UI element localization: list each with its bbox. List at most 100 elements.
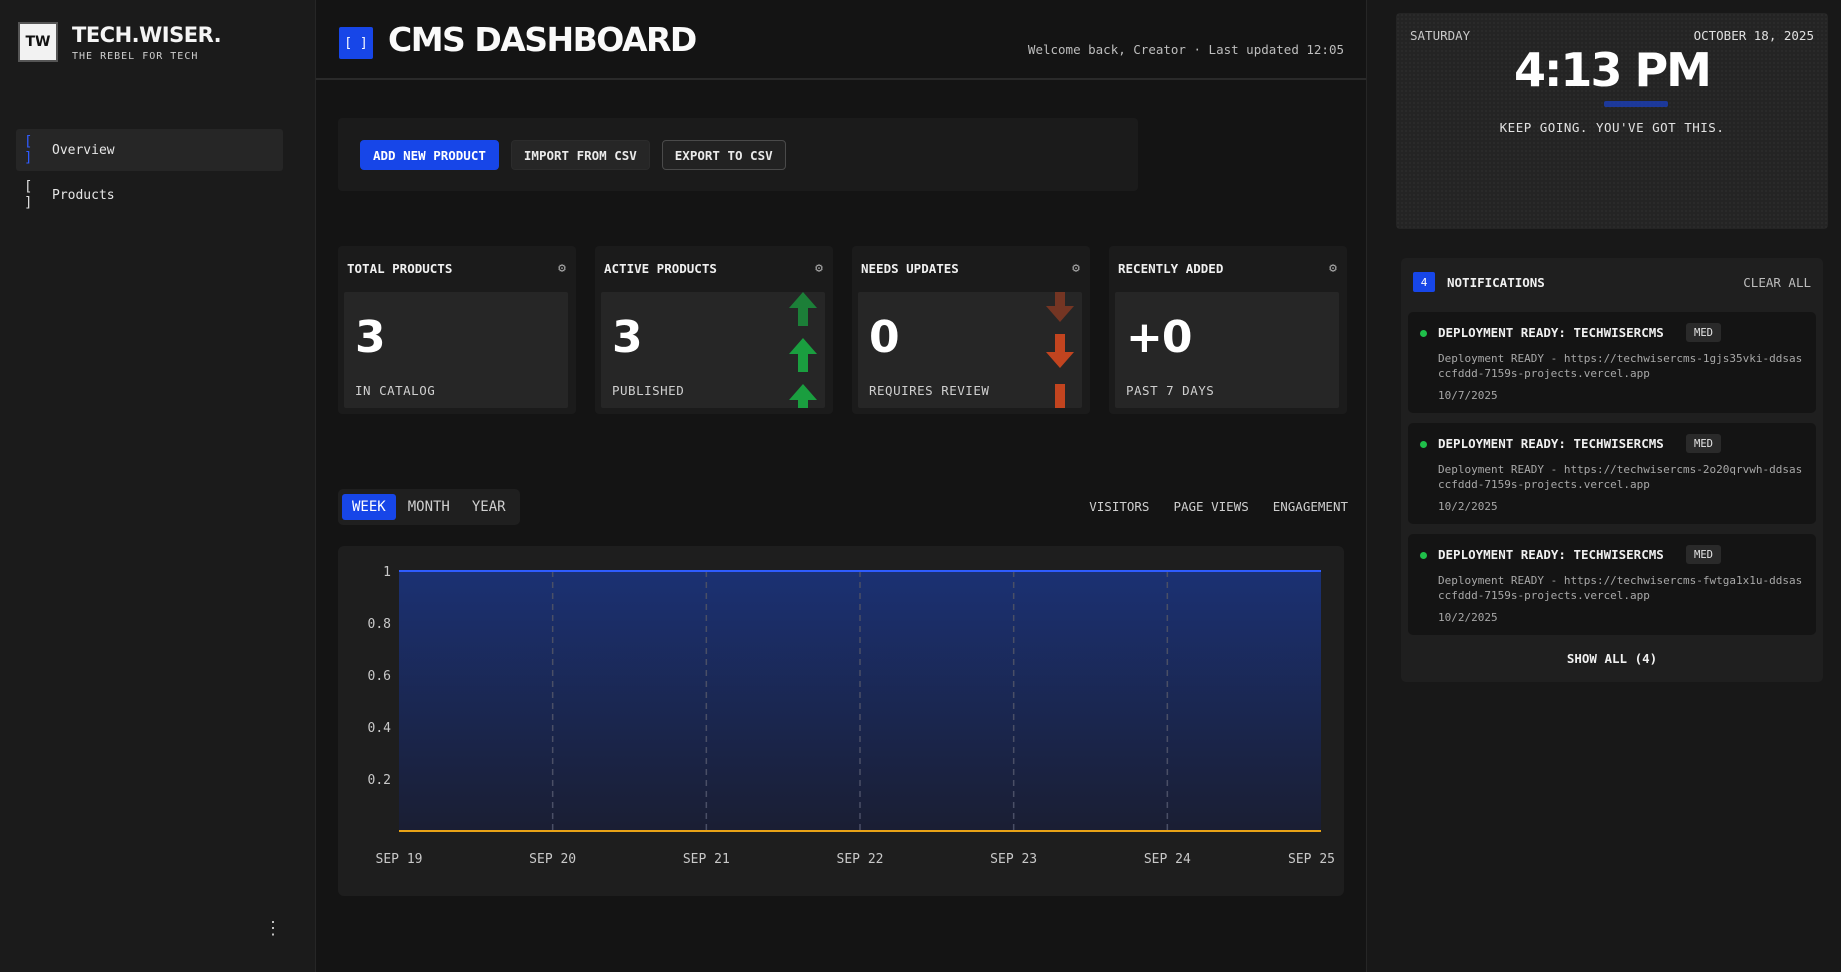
legend-engagement[interactable]: ENGAGEMENT: [1273, 499, 1348, 514]
notification-count-badge: 4: [1413, 272, 1435, 292]
logo: TW: [18, 22, 58, 62]
clear-all-button[interactable]: CLEAR ALL: [1743, 275, 1811, 290]
chart-x-tick-label: SEP 19: [376, 852, 423, 867]
card-value: 3: [612, 312, 643, 363]
chart-y-tick-label: 0.6: [368, 669, 391, 684]
clock-time: 4:13 PM: [1514, 43, 1712, 97]
card-value: 3: [355, 312, 386, 363]
priority-badge: MED: [1686, 545, 1721, 564]
card-subtitle: IN CATALOG: [355, 383, 436, 398]
notification-description: Deployment READY - https://techwisercms-…: [1438, 463, 1803, 491]
sidebar-item-overview[interactable]: [ ] Overview: [16, 129, 283, 171]
notification-date: 10/7/2025: [1438, 389, 1498, 402]
notification-item[interactable]: DEPLOYMENT READY: TECHWISERCMS MED Deplo…: [1408, 534, 1816, 635]
sidebar-item-label: Products: [52, 187, 115, 203]
notification-date: 10/2/2025: [1438, 500, 1498, 513]
card-subtitle: PAST 7 DAYS: [1126, 383, 1215, 398]
main-content: [ ] CMS DASHBOARD Welcome back, Creator …: [316, 0, 1366, 972]
chart-x-tick-label: SEP 23: [990, 852, 1037, 867]
stat-card-recently-added: RECENTLY ADDED ⚙ +0 PAST 7 DAYS: [1109, 246, 1347, 414]
chart-x-tick-label: SEP 22: [837, 852, 884, 867]
sidebar-item-products[interactable]: [ ] Products: [16, 174, 283, 216]
range-week-button[interactable]: WEEK: [342, 494, 396, 520]
show-all-button[interactable]: SHOW ALL (4): [1401, 651, 1823, 666]
notifications-title: NOTIFICATIONS: [1447, 274, 1545, 290]
status-dot: [1420, 552, 1427, 559]
priority-badge: MED: [1686, 323, 1721, 342]
bracket-icon: [ ]: [24, 134, 33, 166]
analytics-chart: 1 0.8 0.6 0.4 0.2 SEP 19 SEP 20 SEP 21 SEP 22 SEP…: [368, 565, 1335, 867]
card-value: +0: [1126, 312, 1192, 363]
stat-cards: TOTAL PRODUCTS ⚙ 3 IN CATALOG ACTIVE PROD…: [338, 246, 1348, 414]
stat-card-needs-updates: NEEDS UPDATES ⚙ 0 REQUIRES REVIEW: [852, 246, 1090, 414]
legend-visitors[interactable]: VISITORS: [1089, 499, 1149, 514]
status-dot: [1420, 441, 1427, 448]
chart-x-tick-label: SEP 24: [1144, 852, 1191, 867]
gear-icon[interactable]: ⚙: [1072, 261, 1080, 276]
card-subtitle: PUBLISHED: [612, 383, 685, 398]
page-header: [ ] CMS DASHBOARD Welcome back, Creator …: [316, 0, 1366, 80]
clock-accent-bar: [1604, 101, 1668, 107]
chart-y-tick-label: 0.2: [368, 773, 391, 788]
stat-card-active-products: ACTIVE PRODUCTS ⚙ 3 PUBLISHED: [595, 246, 833, 414]
dashboard-icon: [ ]: [339, 27, 373, 59]
range-month-button[interactable]: MONTH: [398, 494, 460, 520]
card-title: ACTIVE PRODUCTS: [604, 261, 717, 276]
chart-y-tick-label: 0.8: [368, 617, 391, 632]
notification-date: 10/2/2025: [1438, 611, 1498, 624]
chart-y-tick-label: 0.4: [368, 721, 392, 736]
notification-description: Deployment READY - https://techwisercms-…: [1438, 574, 1803, 602]
app: TW TECH.WISER. THE REBEL FOR TECH [ ] Ov…: [0, 0, 1841, 972]
chart-legend: VISITORS PAGE VIEWS ENGAGEMENT: [1089, 499, 1348, 514]
more-options-icon[interactable]: ⋮: [264, 918, 282, 939]
clock-date: OCTOBER 18, 2025: [1693, 28, 1814, 43]
notification-item[interactable]: DEPLOYMENT READY: TECHWISERCMS MED Deplo…: [1408, 423, 1816, 524]
add-product-button[interactable]: ADD NEW PRODUCT: [360, 140, 499, 170]
priority-badge: MED: [1686, 434, 1721, 453]
card-body: 0 REQUIRES REVIEW: [858, 292, 1082, 408]
sidebar-item-label: Overview: [52, 142, 115, 158]
notification-title: DEPLOYMENT READY: TECHWISERCMS: [1438, 325, 1664, 340]
notification-title: DEPLOYMENT READY: TECHWISERCMS: [1438, 436, 1664, 451]
notifications-panel: 4 NOTIFICATIONS CLEAR ALL DEPLOYMENT REA…: [1401, 258, 1823, 682]
clock-message: KEEP GOING. YOU'VE GOT THIS.: [1499, 120, 1725, 135]
trend-down-arrows-icon: [1046, 292, 1074, 408]
notification-description: Deployment READY - https://techwisercms-…: [1438, 352, 1803, 380]
right-panel: SATURDAY OCTOBER 18, 2025 4:13 PM KEEP G…: [1366, 0, 1841, 972]
chart-x-tick-label: SEP 21: [683, 852, 730, 867]
card-title: RECENTLY ADDED: [1118, 261, 1224, 276]
time-range-toggle: WEEK MONTH YEAR: [338, 489, 520, 525]
sidebar: TW TECH.WISER. THE REBEL FOR TECH [ ] Ov…: [0, 0, 316, 972]
range-year-button[interactable]: YEAR: [462, 494, 516, 520]
import-csv-button[interactable]: IMPORT FROM CSV: [510, 140, 650, 170]
header-meta: Welcome back, Creator · Last updated 12:…: [1027, 42, 1344, 57]
chart-x-tick-label: SEP 25: [1288, 852, 1335, 867]
card-body: 3 IN CATALOG: [344, 292, 568, 408]
gear-icon[interactable]: ⚙: [1329, 261, 1337, 276]
status-dot: [1420, 330, 1427, 337]
notifications-header: 4 NOTIFICATIONS CLEAR ALL: [1413, 271, 1811, 293]
export-csv-button[interactable]: EXPORT TO CSV: [661, 140, 786, 170]
chart-controls: WEEK MONTH YEAR VISITORS PAGE VIEWS ENGA…: [338, 489, 1348, 525]
card-body: 3 PUBLISHED: [601, 292, 825, 408]
card-subtitle: REQUIRES REVIEW: [869, 383, 990, 398]
sidebar-nav: [ ] Overview [ ] Products: [16, 129, 283, 219]
chart-x-tick-label: SEP 20: [529, 852, 576, 867]
page-title: CMS DASHBOARD: [388, 20, 697, 59]
notification-title: DEPLOYMENT READY: TECHWISERCMS: [1438, 547, 1664, 562]
brand-name: TECH.WISER.: [72, 22, 222, 47]
brand[interactable]: TW TECH.WISER. THE REBEL FOR TECH: [18, 22, 222, 62]
legend-page-views[interactable]: PAGE VIEWS: [1173, 499, 1248, 514]
chart-panel: 1 0.8 0.6 0.4 0.2 SEP 19 SEP 20 SEP 21 SEP 22 SEP…: [338, 546, 1344, 896]
clock-widget: SATURDAY OCTOBER 18, 2025 4:13 PM KEEP G…: [1396, 13, 1828, 229]
notification-list: DEPLOYMENT READY: TECHWISERCMS MED Deplo…: [1408, 312, 1816, 645]
brand-tagline: THE REBEL FOR TECH: [72, 50, 199, 62]
bracket-icon: [ ]: [24, 179, 33, 211]
trend-up-arrows-icon: [789, 292, 817, 408]
stat-card-total-products: TOTAL PRODUCTS ⚙ 3 IN CATALOG: [338, 246, 576, 414]
card-title: TOTAL PRODUCTS: [347, 261, 453, 276]
gear-icon[interactable]: ⚙: [558, 261, 566, 276]
gear-icon[interactable]: ⚙: [815, 261, 823, 276]
notification-item[interactable]: DEPLOYMENT READY: TECHWISERCMS MED Deplo…: [1408, 312, 1816, 413]
chart-y-tick-label: 1: [383, 565, 391, 580]
